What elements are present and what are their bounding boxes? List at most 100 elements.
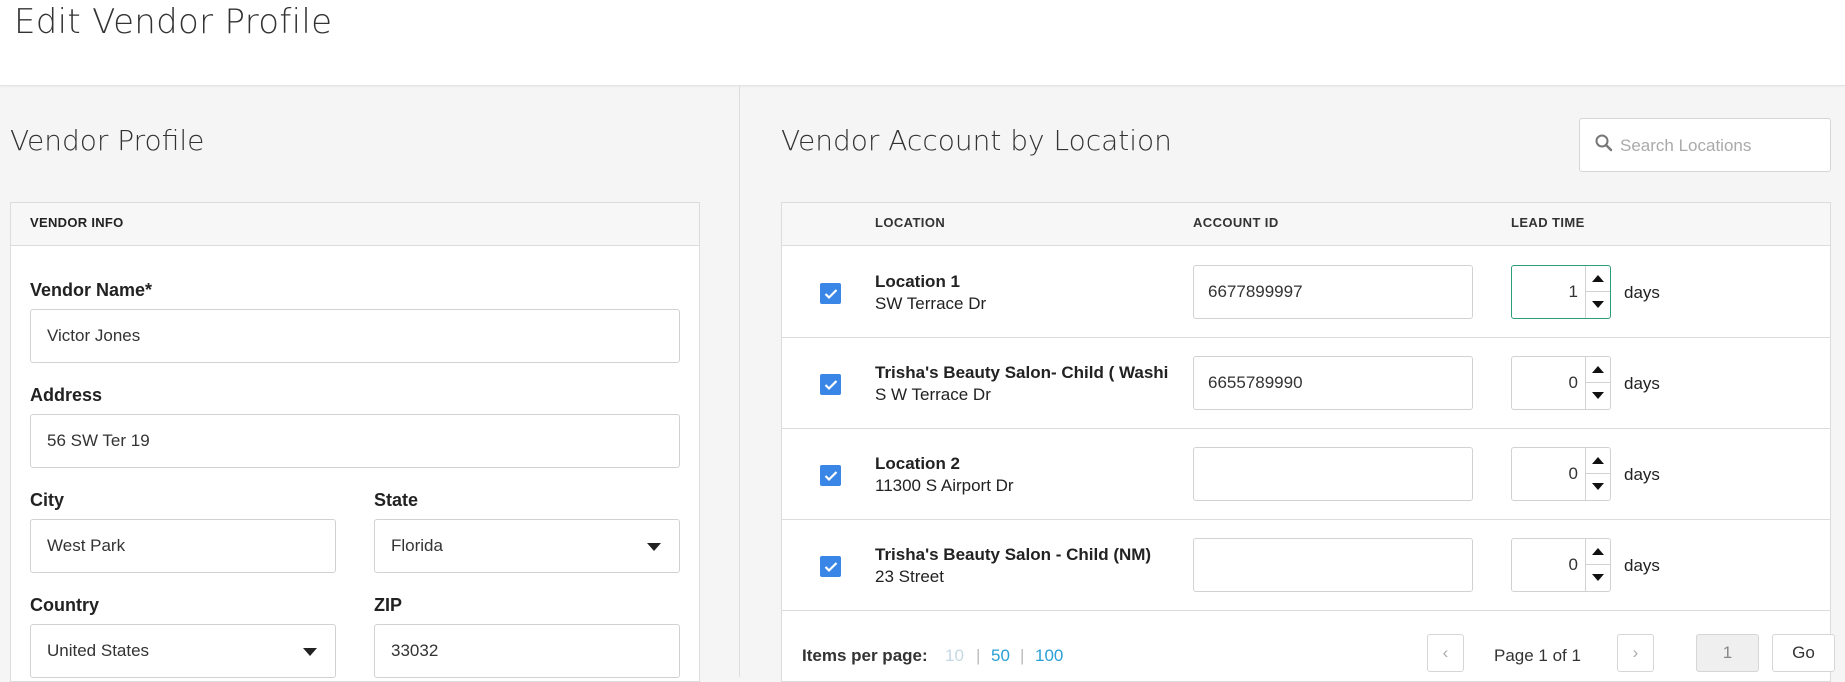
table-row: Trisha's Beauty Salon- Child ( Washi S W… xyxy=(782,338,1830,429)
decrement-button[interactable] xyxy=(1586,292,1610,318)
vendor-account-title: Vendor Account by Location xyxy=(781,124,1172,157)
table-row: Location 1 SW Terrace Dr 6677899997 1 da… xyxy=(782,247,1830,338)
arrow-down-icon xyxy=(1592,301,1604,308)
arrow-down-icon xyxy=(1592,483,1604,490)
account-id-input[interactable] xyxy=(1193,538,1473,592)
table-header: LOCATION ACCOUNT ID LEAD TIME xyxy=(782,203,1830,246)
column-location: LOCATION xyxy=(875,215,946,230)
arrow-up-icon xyxy=(1592,548,1604,555)
city-label: City xyxy=(30,490,65,510)
items-per-page-label: Items per page: xyxy=(802,646,928,665)
decrement-button[interactable] xyxy=(1586,565,1610,591)
page-number-input[interactable]: 1 xyxy=(1696,634,1759,672)
address-input[interactable]: 56 SW Ter 19 xyxy=(30,414,680,468)
row-checkbox[interactable] xyxy=(820,556,841,577)
items-per-page-50[interactable]: 50 xyxy=(991,646,1010,666)
arrow-down-icon xyxy=(1592,574,1604,581)
table-row: Location 2 11300 S Airport Dr 0 days xyxy=(782,429,1830,520)
search-icon xyxy=(1595,134,1613,152)
lead-time-value: 0 xyxy=(1568,373,1578,392)
row-checkbox[interactable] xyxy=(820,374,841,395)
lead-time-unit: days xyxy=(1624,556,1660,575)
check-icon xyxy=(824,379,837,390)
arrow-up-icon xyxy=(1592,275,1604,282)
check-icon xyxy=(824,561,837,572)
lead-time-unit: days xyxy=(1624,465,1660,484)
arrow-down-icon xyxy=(1592,392,1604,399)
top-bar: Edit Vendor Profile xyxy=(0,0,1845,86)
address-label: Address xyxy=(30,385,103,405)
search-placeholder: Search Locations xyxy=(1620,136,1752,155)
lead-time-value: 0 xyxy=(1568,464,1578,483)
state-label: State xyxy=(374,490,419,510)
table-row: Trisha's Beauty Salon - Child (NM) 23 St… xyxy=(782,520,1830,611)
lead-time-stepper[interactable]: 0 xyxy=(1511,356,1611,410)
location-address: S W Terrace Dr xyxy=(875,385,991,404)
search-locations-input[interactable]: Search Locations xyxy=(1579,118,1831,172)
next-page-button[interactable]: › xyxy=(1617,634,1654,672)
chevron-down-icon xyxy=(303,648,317,656)
vendor-info-header: VENDOR INFO xyxy=(11,203,699,246)
account-id-input[interactable]: 6677899997 xyxy=(1193,265,1473,319)
location-address: 11300 S Airport Dr xyxy=(875,476,1014,495)
lead-time-stepper[interactable]: 0 xyxy=(1511,447,1611,501)
location-name: Location 1 xyxy=(875,272,961,291)
vendor-name-value: Victor Jones xyxy=(47,326,141,345)
page-number-value: 1 xyxy=(1722,643,1733,662)
zip-value: 33032 xyxy=(391,641,439,660)
items-per-page-10[interactable]: 10 xyxy=(945,646,964,666)
country-select[interactable]: United States xyxy=(30,624,336,678)
increment-button[interactable] xyxy=(1586,357,1610,383)
location-table: LOCATION ACCOUNT ID LEAD TIME Location 1… xyxy=(781,202,1835,682)
lead-time-stepper[interactable]: 1 xyxy=(1511,265,1611,319)
lead-time-value: 0 xyxy=(1568,555,1578,574)
state-value: Florida xyxy=(391,536,443,555)
separator: | xyxy=(976,646,981,665)
lead-time-unit: days xyxy=(1624,283,1660,302)
row-checkbox[interactable] xyxy=(820,465,841,486)
account-id-input[interactable]: 6655789990 xyxy=(1193,356,1473,410)
zip-label: ZIP xyxy=(374,595,403,615)
prev-page-button[interactable]: ‹ xyxy=(1427,634,1464,672)
lead-time-value: 1 xyxy=(1568,282,1578,301)
check-icon xyxy=(824,288,837,299)
account-id-value: 6655789990 xyxy=(1208,373,1303,392)
location-name: Location 2 xyxy=(875,454,961,473)
account-id-value: 6677899997 xyxy=(1208,282,1303,301)
city-value: West Park xyxy=(47,536,126,555)
chevron-right-icon: › xyxy=(1632,643,1639,662)
decrement-button[interactable] xyxy=(1586,383,1610,409)
row-checkbox[interactable] xyxy=(820,283,841,304)
lead-time-stepper[interactable]: 0 xyxy=(1511,538,1611,592)
column-account-id: ACCOUNT ID xyxy=(1193,215,1279,230)
vendor-name-label: Vendor Name* xyxy=(30,280,153,300)
location-name: Trisha's Beauty Salon- Child ( Washi xyxy=(875,363,1169,382)
vendor-profile-title: Vendor Profile xyxy=(10,124,205,157)
chevron-down-icon xyxy=(647,543,661,551)
arrow-up-icon xyxy=(1592,366,1604,373)
account-id-input[interactable] xyxy=(1193,447,1473,501)
vendor-info-card: VENDOR INFO Vendor Name* Victor Jones Ad… xyxy=(10,202,700,682)
increment-button[interactable] xyxy=(1586,448,1610,474)
country-label: Country xyxy=(30,595,99,615)
separator: | xyxy=(1020,646,1025,665)
increment-button[interactable] xyxy=(1586,266,1610,292)
zip-input[interactable]: 33032 xyxy=(374,624,680,678)
decrement-button[interactable] xyxy=(1586,474,1610,500)
vendor-name-input[interactable]: Victor Jones xyxy=(30,309,680,363)
address-value: 56 SW Ter 19 xyxy=(47,431,150,450)
check-icon xyxy=(824,470,837,481)
items-per-page-100[interactable]: 100 xyxy=(1035,646,1063,666)
go-button[interactable]: Go xyxy=(1772,634,1835,672)
pagination-bar: Items per page: 10 | 50 | 100 ‹ Page 1 o… xyxy=(782,611,1835,681)
lead-time-unit: days xyxy=(1624,374,1660,393)
state-select[interactable]: Florida xyxy=(374,519,680,573)
page-title: Edit Vendor Profile xyxy=(14,2,333,42)
city-input[interactable]: West Park xyxy=(30,519,336,573)
arrow-up-icon xyxy=(1592,457,1604,464)
location-name: Trisha's Beauty Salon - Child (NM) xyxy=(875,545,1152,564)
location-address: SW Terrace Dr xyxy=(875,294,987,313)
increment-button[interactable] xyxy=(1586,539,1610,565)
column-lead-time: LEAD TIME xyxy=(1511,215,1585,230)
page-info: Page 1 of 1 xyxy=(1494,646,1581,665)
